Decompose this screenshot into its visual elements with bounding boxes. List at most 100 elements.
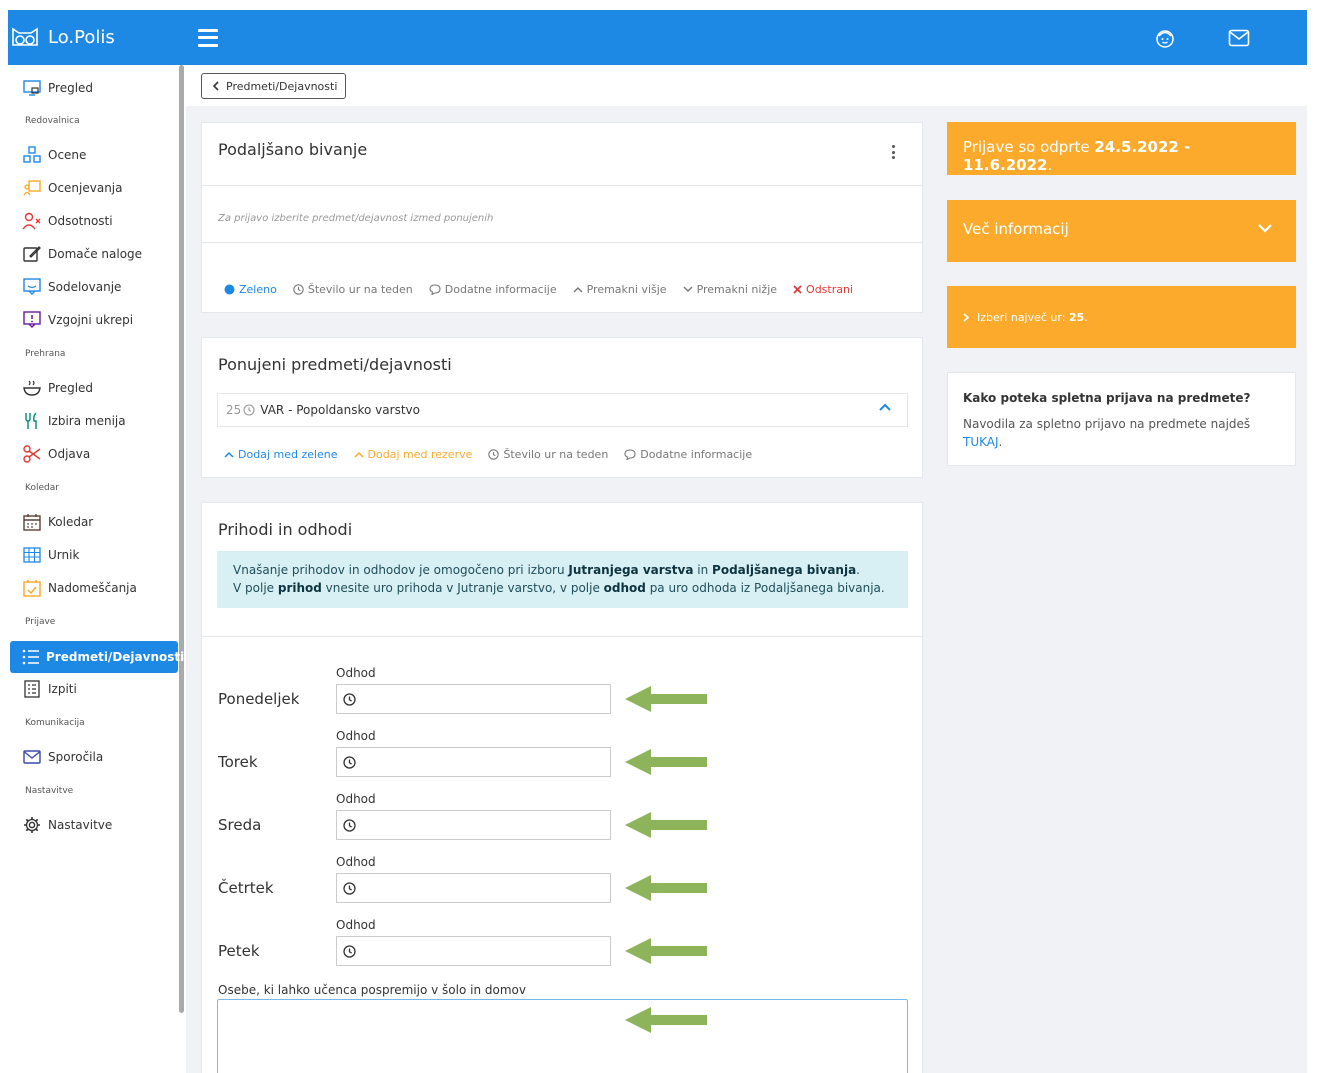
more-info-toggle[interactable]: Več informacij [947,200,1296,262]
chevron-left-icon [212,81,219,91]
sidebar: Pregled Redovalnica Ocene Ocenjevanja Od… [8,65,186,1073]
sidebar-item-label: Odsotnosti [48,214,113,228]
sidebar-item-izbira-menija[interactable]: Izbira menija [10,405,178,437]
help-link[interactable]: TUKAJ [963,435,999,449]
sidebar-item-koledar[interactable]: Koledar [10,506,178,538]
calendar-check-icon [22,578,42,598]
speech-bubble-icon [429,284,441,295]
additional-info-button[interactable]: Dodatne informacije [429,283,557,296]
sidebar-item-label: Sporočila [48,750,104,764]
remove-button[interactable]: Odstrani [793,283,853,296]
sidebar-item-prehrana-pregled[interactable]: Pregled [10,372,178,404]
menu-toggle-icon[interactable] [198,28,218,47]
weekday-label: Ponedeljek [218,690,300,708]
clock-icon [343,692,356,706]
offered-subjects-title: Ponujeni predmeti/dejavnosti [218,355,452,374]
sidebar-item-sodelovanje[interactable]: Sodelovanje [10,271,178,303]
add-to-reserve-button[interactable]: Dodaj med rezerve [354,448,472,461]
top-bar: Lo.Polis [8,10,1307,65]
green-arrow-left-icon [625,686,707,712]
sidebar-item-nastavitve[interactable]: Nastavitve [10,809,178,841]
selected-subject-title: Podaljšano bivanje [218,140,368,159]
move-up-button[interactable]: Premakni višje [573,283,667,296]
escort-persons-textarea[interactable] [217,999,908,1073]
subject-hours: 25 [226,403,242,417]
sidebar-item-vzgojni-ukrepi[interactable]: Vzgojni ukrepi [10,304,178,336]
kebab-menu-icon[interactable] [890,145,896,159]
brand[interactable]: Lo.Polis [8,23,188,53]
hours-per-week-button[interactable]: Število ur na teden [488,448,608,461]
sidebar-item-odsotnosti[interactable]: Odsotnosti [10,205,178,237]
sidebar-item-pregled[interactable]: Pregled [10,72,178,104]
calendar-icon [22,512,42,532]
max-hours-value: 25 [1068,310,1085,324]
sidebar-scrollbar[interactable] [179,65,184,1013]
departure-label: Odhod [336,729,376,743]
breadcrumb: Predmeti/Dejavnosti [186,65,1307,106]
add-to-green-button[interactable]: Dodaj med zelene [224,448,338,461]
sidebar-item-label: Urnik [48,548,80,562]
chevron-up-icon[interactable] [879,403,891,411]
clock-icon [343,755,356,769]
edit-icon [22,244,42,264]
help-text: Navodila za spletno prijavo na predmete … [963,417,1251,449]
additional-info-button[interactable]: Dodatne informacije [624,448,752,461]
back-button[interactable]: Predmeti/Dejavnosti [201,73,347,99]
subject-row-var[interactable]: 25 VAR - Popoldansko varstvo [217,393,908,427]
app-title: Lo.Polis [48,27,115,48]
departure-time-input[interactable] [336,684,611,714]
sidebar-item-urnik[interactable]: Urnik [10,539,178,571]
sidebar-item-label: Nastavitve [48,818,113,832]
user-x-icon [22,211,42,231]
arrivals-departures-title: Prihodi in odhodi [218,520,353,539]
selected-subject-card: Podaljšano bivanje Za prijavo izberite p… [201,122,923,313]
sidebar-item-odjava[interactable]: Odjava [10,438,178,470]
offered-actions: Dodaj med zelene Dodaj med rezerve Števi… [224,448,768,461]
sidebar-section-nastavitve: Nastavitve [25,786,74,796]
sidebar-item-izpiti[interactable]: Izpiti [10,673,178,705]
sidebar-item-nadomescanja[interactable]: Nadomeščanja [10,572,178,604]
green-status-button[interactable]: Zeleno [224,283,277,296]
max-hours-panel[interactable]: Izberi največ ur: 25. [947,286,1296,348]
escort-persons-label: Osebe, ki lahko učenca pospremijo v šolo… [218,983,526,997]
sidebar-section-prehrana: Prehrana [25,349,66,359]
sidebar-item-label: Domače naloge [48,247,143,261]
chat-icon [22,277,42,297]
scissors-icon [22,444,42,464]
green-arrow-left-icon [625,875,707,901]
chevron-down-icon [683,286,693,292]
monitor-icon [22,78,42,98]
departure-label: Odhod [336,666,376,680]
weekday-label: Sreda [218,816,262,834]
sidebar-item-ocene[interactable]: Ocene [10,139,178,171]
green-arrow-left-icon [625,812,707,838]
chevron-down-icon [1258,224,1272,233]
move-down-button[interactable]: Premakni nižje [683,283,777,296]
registration-open-banner: Prijave so odprte 24.5.2022 - 11.6.2022. [947,122,1296,175]
hours-per-week-button[interactable]: Število ur na teden [293,283,413,296]
speech-bubble-icon [624,449,636,460]
departure-time-input[interactable] [336,810,611,840]
departure-time-input[interactable] [336,936,611,966]
child-face-icon[interactable] [1153,26,1177,50]
mail-icon[interactable] [1227,26,1251,50]
sidebar-section-prijave: Prijave [25,617,56,627]
sidebar-item-ocenjevanja[interactable]: Ocenjevanja [10,172,178,204]
chevron-right-icon [963,312,969,322]
departure-time-input[interactable] [336,873,611,903]
green-arrow-left-icon [625,938,707,964]
clock-icon [243,404,255,416]
departure-time-input[interactable] [336,747,611,777]
sidebar-item-label: Izbira menija [48,414,126,428]
clock-icon [488,449,500,460]
close-icon [793,285,802,294]
help-title: Kako poteka spletna prijava na predmete? [963,391,1251,405]
sidebar-item-predmeti-dejavnosti[interactable]: Predmeti/Dejavnosti [10,641,184,673]
sidebar-section-komunikacija: Komunikacija [25,718,85,728]
blocks-icon [22,145,42,165]
sidebar-item-sporocila[interactable]: Sporočila [10,741,178,773]
sidebar-item-domace-naloge[interactable]: Domače naloge [10,238,178,270]
clock-icon [343,818,356,832]
info-alert: Vnašanje prihodov in odhodov je omogočen… [217,551,908,608]
alert-message-icon [22,310,42,330]
